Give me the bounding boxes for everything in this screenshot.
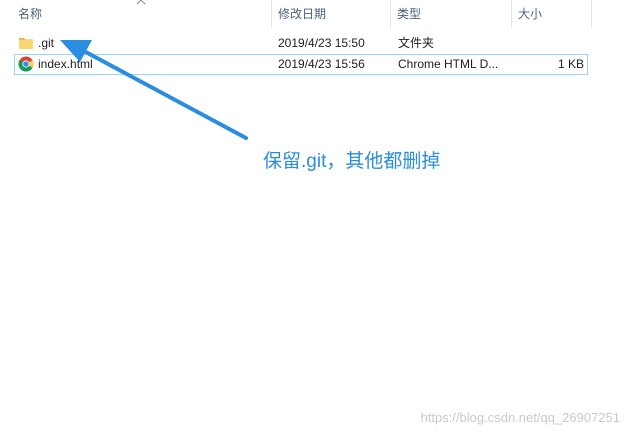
file-modified: 2019/4/23 15:50 — [278, 36, 365, 50]
column-header: 名称 修改日期 类型 大小 — [0, 0, 628, 28]
column-divider[interactable] — [591, 0, 592, 28]
file-size: 1 KB — [557, 57, 584, 71]
column-header-size[interactable]: 大小 — [512, 0, 590, 28]
file-size — [514, 33, 584, 54]
watermark: https://blog.csdn.net/qq_26907251 — [420, 410, 621, 425]
folder-icon — [19, 38, 33, 49]
annotation-text: 保留.git，其他都删掉 — [263, 151, 441, 172]
column-header-type[interactable]: 类型 — [391, 0, 511, 28]
file-row-index-html[interactable]: index.html 2019/4/23 15:56 Chrome HTML D… — [14, 54, 588, 75]
file-name: index.html — [38, 57, 93, 71]
file-row-git[interactable]: .git 2019/4/23 15:50 文件夹 — [14, 33, 588, 54]
file-name: .git — [38, 36, 55, 50]
file-modified: 2019/4/23 15:56 — [278, 57, 365, 71]
file-type: 文件夹 — [398, 36, 435, 50]
column-header-modified[interactable]: 修改日期 — [272, 0, 390, 28]
sort-ascending-icon — [136, 0, 146, 5]
file-type: Chrome HTML D... — [398, 57, 499, 71]
chrome-icon — [18, 56, 34, 72]
